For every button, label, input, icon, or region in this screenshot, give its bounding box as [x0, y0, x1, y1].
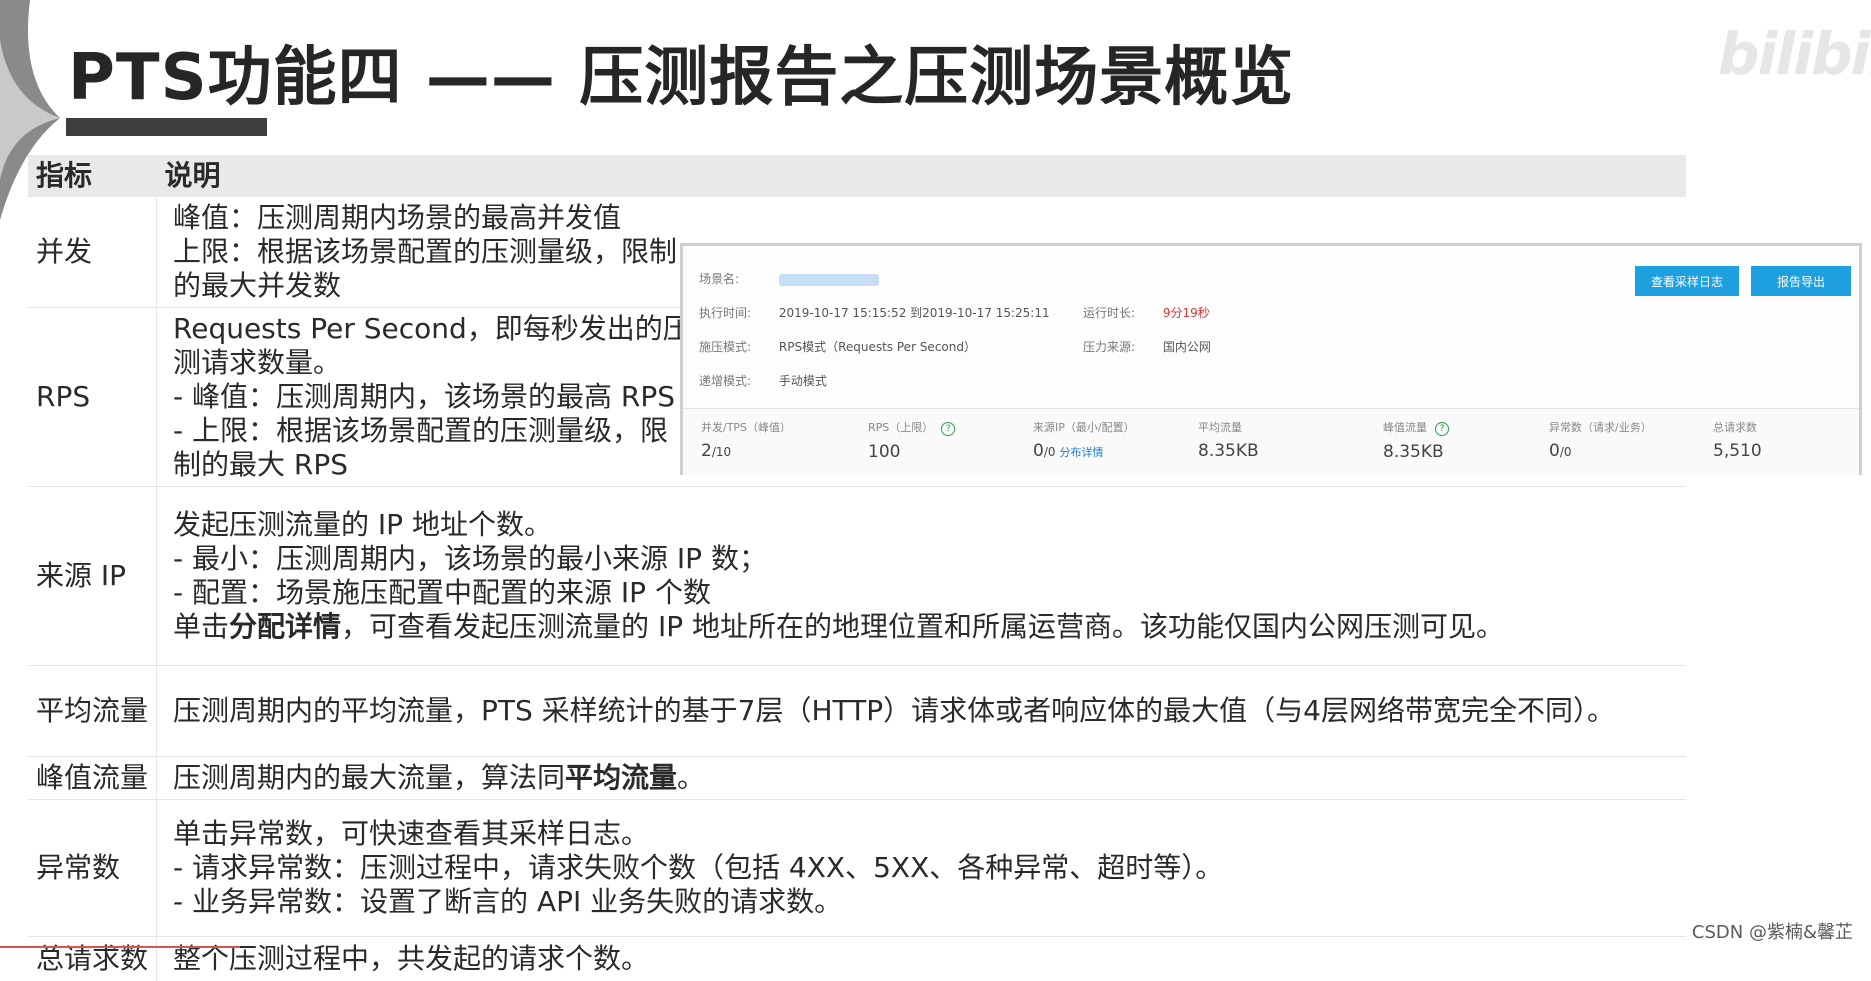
emphasis-avg-traffic: 平均流量 [565, 761, 677, 794]
stat-value: 0/0 [1549, 441, 1652, 461]
stat-main: 8.35KB [1198, 441, 1259, 461]
description-line: 单击异常数，可快速查看其采样日志。 [173, 817, 1678, 851]
stat-label-wrap: RPS（上限）? [868, 419, 955, 436]
source-label: 压力来源: [1083, 340, 1135, 354]
view-sample-log-button[interactable]: 查看采样日志 [1635, 266, 1739, 296]
description-line: 上限：根据该场景配置的压测量级，限制的最大并发数 [173, 235, 693, 303]
table-row-source-ip: 来源 IP 发起压测流量的 IP 地址个数。 - 最小：压测周期内，该场景的最小… [28, 487, 1686, 666]
table-row-peak-traffic: 峰值流量 压测周期内的最大流量，算法同平均流量。 [28, 757, 1686, 800]
metric-name: 峰值流量 [28, 757, 157, 800]
stat-rps[interactable]: RPS（上限）? 100 [868, 419, 955, 462]
stat-value: 0/0 分布详情 [1033, 441, 1135, 461]
metric-name: RPS [28, 308, 157, 487]
ramp-row: 递增模式: 手动模式 [699, 372, 827, 389]
exec-time-row: 执行时间: 2019-10-17 15:15:52 到2019-10-17 15… [699, 304, 1050, 321]
table-row-total-requests: 总请求数 整个压测过程中，共发起的请求个数。 [28, 937, 1686, 981]
header-description: 说明 [157, 155, 1686, 197]
exec-time-label: 执行时间: [699, 306, 751, 320]
scene-name-redacted [779, 274, 879, 286]
metric-description: 整个压测过程中，共发起的请求个数。 [157, 937, 1686, 981]
metric-description: 发起压测流量的 IP 地址个数。 - 最小：压测周期内，该场景的最小来源 IP … [157, 487, 1686, 666]
stat-main: 5,510 [1713, 441, 1762, 461]
stat-avg-traffic: 平均流量 8.35KB [1198, 419, 1259, 461]
stat-total-requests: 总请求数 5,510 [1713, 419, 1762, 461]
stat-main: 100 [868, 442, 955, 462]
duration-value: 9分19秒 [1163, 306, 1210, 320]
title-underline-bar [66, 118, 267, 136]
exec-time-value: 2019-10-17 15:15:52 到2019-10-17 15:25:11 [779, 306, 1050, 320]
scene-name-row: 场景名: [699, 270, 879, 287]
stat-source-ip[interactable]: 来源IP（最小/配置） 0/0 分布详情 [1033, 419, 1135, 461]
source-value: 国内公网 [1163, 340, 1211, 354]
description-line: - 配置：场景施压配置中配置的来源 IP 个数 [173, 576, 1678, 610]
scene-overview-panel: 场景名: 执行时间: 2019-10-17 15:15:52 到2019-10-… [680, 243, 1862, 475]
header-metric: 指标 [28, 155, 157, 197]
mode-value: RPS模式（Requests Per Second） [779, 340, 976, 354]
description-line: - 请求异常数：压测过程中，请求失败个数（包括 4XX、5XX、各种异常、超时等… [173, 851, 1678, 885]
metric-name: 平均流量 [28, 666, 157, 757]
distribution-details-link[interactable]: 分布详情 [1060, 446, 1104, 459]
description-line: 单击分配详情，可查看发起压测流量的 IP 地址所在的地理位置和所属运营商。该功能… [173, 610, 1678, 644]
table-row-avg-traffic: 平均流量 压测周期内的平均流量，PTS 采样统计的基于7层（HTTP）请求体或者… [28, 666, 1686, 757]
help-icon[interactable]: ? [1435, 422, 1449, 436]
source-row: 压力来源: 国内公网 [1083, 338, 1211, 355]
stat-label: 总请求数 [1713, 419, 1762, 435]
help-icon[interactable]: ? [941, 422, 955, 436]
text-suffix: ，可查看发起压测流量的 IP 地址所在的地理位置和所属运营商。该功能仅国内公网压… [341, 610, 1504, 643]
metric-name: 异常数 [28, 800, 157, 937]
metric-description: 单击异常数，可快速查看其采样日志。 - 请求异常数：压测过程中，请求失败个数（包… [157, 800, 1686, 937]
csdn-watermark: CSDN @紫楠&馨芷 [1692, 918, 1853, 944]
stat-main: 8.35KB [1383, 442, 1449, 462]
table-header-row: 指标 说明 [28, 155, 1686, 197]
metric-description: 压测周期内的最大流量，算法同平均流量。 [157, 757, 1686, 800]
stats-bar: 并发/TPS（峰值） 2/10 RPS（上限）? 100 来源IP（最小/配置）… [683, 408, 1859, 475]
metric-name: 来源 IP [28, 487, 157, 666]
description-line: - 峰值：压测周期内，该场景的最高 RPS [173, 380, 693, 414]
export-report-button[interactable]: 报告导出 [1751, 266, 1851, 296]
stat-sub: /0 [1044, 445, 1056, 459]
text-prefix: 压测周期内的最大流量，算法同 [173, 761, 565, 794]
ramp-value: 手动模式 [779, 374, 827, 388]
stat-peak-traffic: 峰值流量? 8.35KB [1383, 419, 1449, 462]
stat-errors[interactable]: 异常数（请求/业务） 0/0 [1549, 419, 1652, 461]
ramp-label: 递增模式: [699, 374, 751, 388]
description-line: 峰值：压测周期内场景的最高并发值 [173, 201, 693, 235]
description-line: Requests Per Second，即每秒发出的压测请求数量。 [173, 312, 693, 380]
scene-name-label: 场景名: [699, 272, 739, 286]
stat-label: 异常数（请求/业务） [1549, 419, 1652, 435]
bilibili-logo: bilibili [1718, 20, 1871, 88]
stat-sub: /0 [1560, 445, 1572, 459]
text-suffix: 。 [677, 761, 705, 794]
page-title: PTS功能四 —— 压测报告之压测场景概览 [68, 26, 1294, 118]
stat-label: 峰值流量 [1383, 421, 1427, 434]
mode-label: 施压模式: [699, 340, 751, 354]
description-line: - 上限：根据该场景配置的压测量级，限制的最大 RPS [173, 414, 693, 482]
metric-name: 总请求数 [28, 937, 157, 981]
stat-concurrency[interactable]: 并发/TPS（峰值） 2/10 [701, 419, 791, 461]
table-row-errors: 异常数 单击异常数，可快速查看其采样日志。 - 请求异常数：压测过程中，请求失败… [28, 800, 1686, 937]
metric-description: 压测周期内的平均流量，PTS 采样统计的基于7层（HTTP）请求体或者响应体的最… [157, 666, 1686, 757]
stat-value: 2/10 [701, 441, 791, 461]
mode-row: 施压模式: RPS模式（Requests Per Second） [699, 338, 976, 355]
stat-label: RPS（上限） [868, 421, 933, 434]
bottom-edge-fragment [0, 946, 240, 952]
stat-main: 2 [701, 441, 712, 461]
metric-name: 并发 [28, 197, 157, 308]
emphasis-distribution-details: 分配详情 [229, 610, 341, 643]
stat-label: 平均流量 [1198, 419, 1259, 435]
duration-row: 运行时长: 9分19秒 [1083, 304, 1210, 321]
description-line: - 业务异常数：设置了断言的 API 业务失败的请求数。 [173, 885, 1678, 919]
stat-label: 来源IP（最小/配置） [1033, 419, 1135, 435]
stat-main: 0 [1033, 441, 1044, 461]
duration-label: 运行时长: [1083, 306, 1135, 320]
stat-sub: /10 [712, 445, 731, 459]
description-line: 发起压测流量的 IP 地址个数。 [173, 508, 1678, 542]
stat-main: 0 [1549, 441, 1560, 461]
stat-label: 并发/TPS（峰值） [701, 419, 791, 435]
description-line: - 最小：压测周期内，该场景的最小来源 IP 数； [173, 542, 1678, 576]
stat-label-wrap: 峰值流量? [1383, 419, 1449, 436]
text-prefix: 单击 [173, 610, 229, 643]
